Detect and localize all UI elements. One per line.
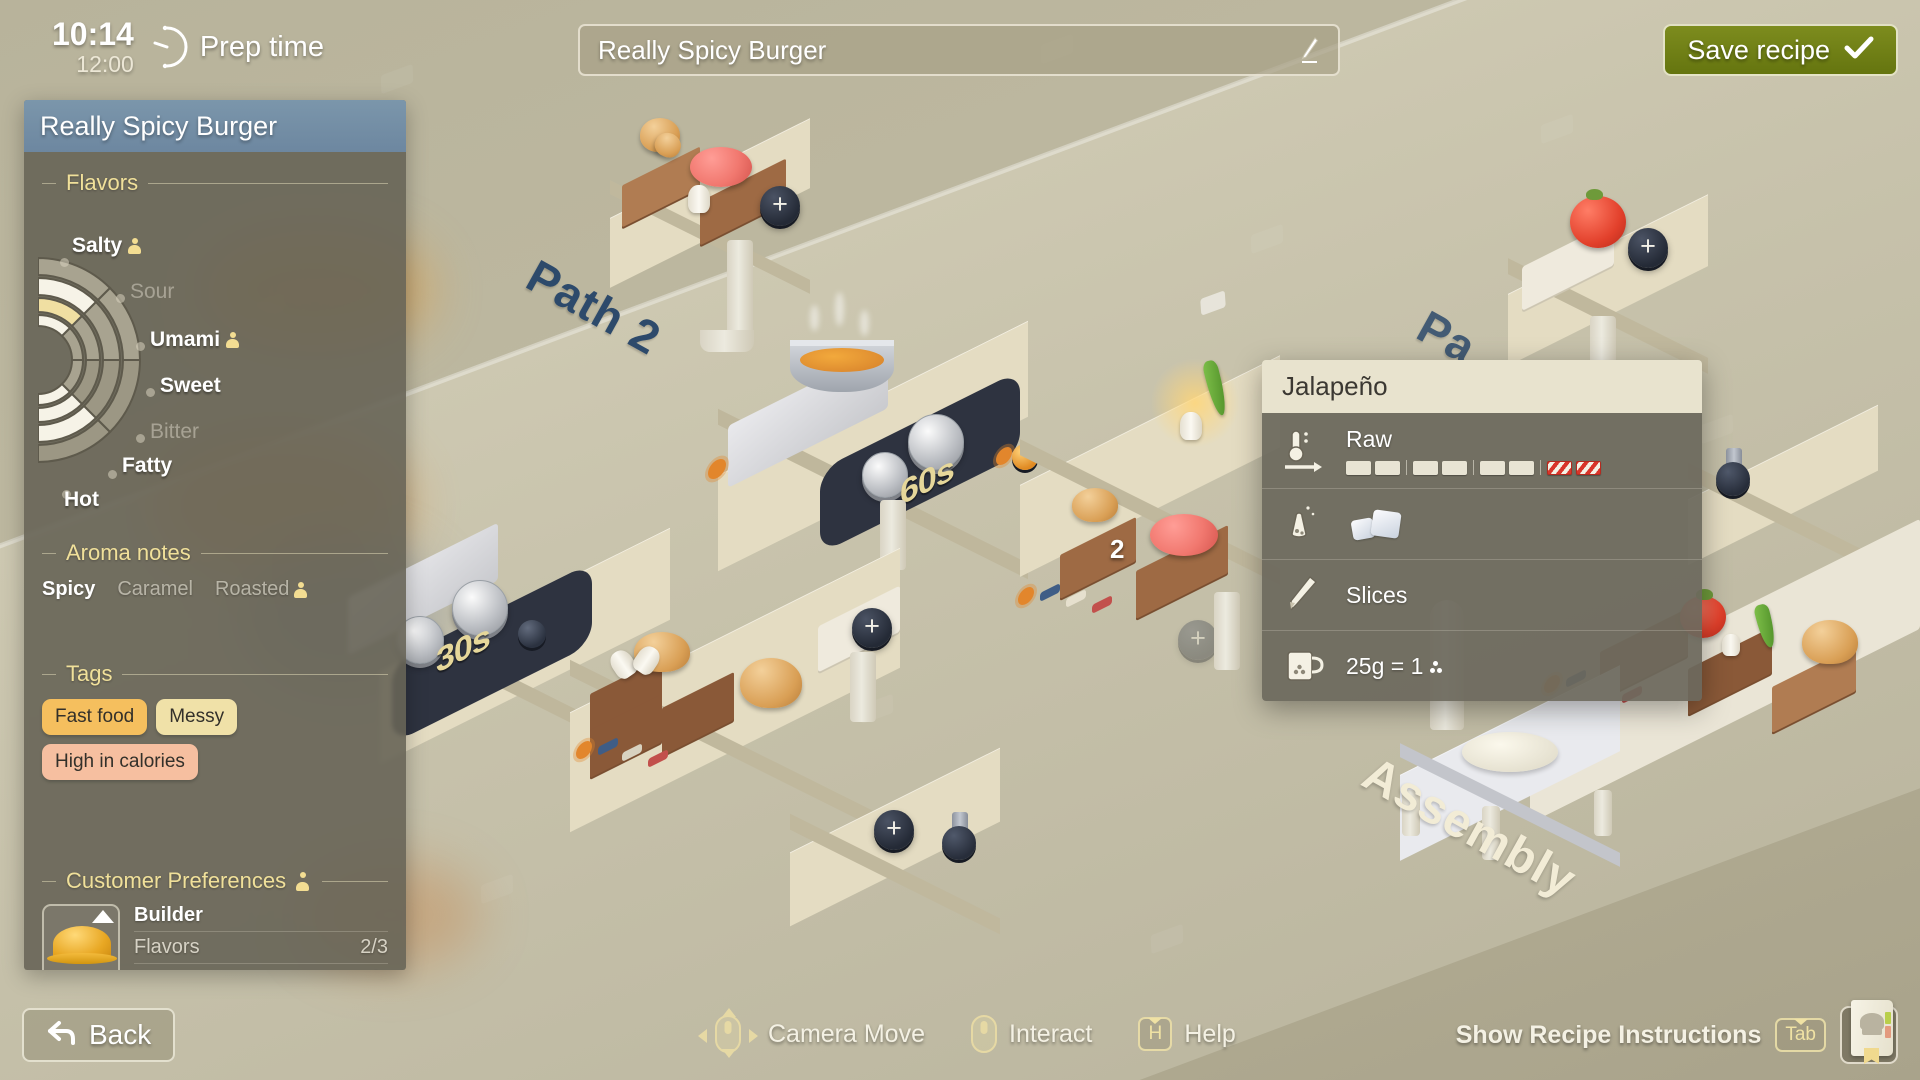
flavor-label-fatty: Fatty <box>122 454 173 477</box>
flavor-label-salty: Salty <box>72 234 142 258</box>
tooltip-row-temperature: Raw <box>1262 413 1702 488</box>
tags-list: Fast food Messy High in calories <box>24 687 406 780</box>
tooltip-row-seasoning <box>1262 488 1702 559</box>
add-ingredient-node[interactable]: + <box>852 608 892 648</box>
section-header-aroma: Aroma notes <box>24 540 406 566</box>
tooltip-row-cut: Slices <box>1262 559 1702 630</box>
tooltip-portion: 25g = 1 <box>1346 653 1448 680</box>
tag-high-in-calories: High in calories <box>42 744 198 780</box>
back-arrow-icon <box>46 1020 76 1051</box>
measuring-cup-icon <box>1282 644 1328 688</box>
recipe-book-icon[interactable] <box>1840 1000 1898 1064</box>
flavor-label-sweet: Sweet <box>160 374 221 397</box>
customer-stats: Builder Flavors 2/3 Aroma notes 1/2 <box>134 904 388 970</box>
add-ingredient-node[interactable]: + <box>1178 620 1218 660</box>
tooltip-body: Raw Slices 25g = 1 <box>1262 413 1702 701</box>
back-label: Back <box>89 1019 152 1050</box>
stat-value: 1/2 <box>360 968 388 970</box>
tag-messy: Messy <box>156 699 238 735</box>
hint-label: Camera Move <box>768 1019 925 1048</box>
customer-stat-row: Aroma notes 1/2 <box>134 963 388 970</box>
section-title: Tags <box>66 661 113 686</box>
rank-up-icon <box>92 910 114 923</box>
control-hints: Camera Move Interact H Help <box>698 1008 1236 1058</box>
flavor-wheel-icon <box>38 256 142 464</box>
hint-label: Interact <box>1009 1019 1093 1048</box>
stat-label: Aroma notes <box>134 968 247 970</box>
customer-name: Builder <box>134 904 203 926</box>
key-cap-h[interactable]: H <box>1138 1017 1173 1051</box>
add-ingredient-node[interactable]: + <box>1628 228 1668 268</box>
aroma-notes-list: Spicy Caramel Roasted <box>24 566 406 601</box>
tooltip-cut-style: Slices <box>1346 581 1408 608</box>
instructions-label: Show Recipe Instructions <box>1455 1020 1762 1049</box>
add-ingredient-node[interactable]: + <box>874 810 914 850</box>
key-cap-tab[interactable]: Tab <box>1775 1018 1826 1052</box>
salt-crystals-icon <box>1346 505 1436 543</box>
prep-time-label: Prep time <box>199 30 324 63</box>
section-header-customer: Customer Preferences <box>24 868 406 894</box>
aroma-note-caramel: Caramel <box>117 578 193 600</box>
tooltip-row-portion: 25g = 1 <box>1262 630 1702 701</box>
recipe-name-input[interactable]: Really Spicy Burger <box>578 24 1340 76</box>
stat-label: Flavors <box>134 936 200 958</box>
check-icon <box>1844 36 1874 65</box>
customer-preference-card[interactable]: Builder Flavors 2/3 Aroma notes 1/2 <box>24 894 406 970</box>
hint-help[interactable]: H Help <box>1138 1017 1236 1051</box>
panel-header: Really Spicy Burger <box>24 100 406 152</box>
show-recipe-instructions[interactable]: Show Recipe Instructions Tab <box>1455 1000 1898 1064</box>
flavor-label-sour: Sour <box>130 280 175 303</box>
customer-stat-row: Flavors 2/3 <box>134 931 388 963</box>
add-ingredient-node[interactable]: + <box>760 186 800 226</box>
preference-icon <box>294 581 308 598</box>
heat-level-bar <box>1346 460 1682 475</box>
tooltip-temperature-state: Raw <box>1346 426 1393 452</box>
section-title: Flavors <box>66 170 139 195</box>
preference-icon <box>128 238 142 254</box>
back-button[interactable]: Back <box>22 1008 176 1062</box>
flavor-label-hot: Hot <box>64 488 99 511</box>
tooltip-title: Jalapeño <box>1282 371 1388 401</box>
station-count-badge: 2 <box>1110 534 1125 564</box>
prep-time-indicator: 10:14 12:00 Prep time <box>52 18 324 76</box>
prep-time-current: 10:14 <box>52 16 134 52</box>
flavor-wheel-area: Salty Sour Umami Sweet Bitter Fatty Hot <box>24 196 406 511</box>
save-recipe-label: Save recipe <box>1687 34 1830 65</box>
section-header-flavors: Flavors <box>24 170 406 196</box>
hard-hat-icon <box>42 904 120 970</box>
section-title: Aroma notes <box>66 540 191 565</box>
preference-icon <box>226 332 240 348</box>
mouse-dpad-icon <box>698 1008 758 1058</box>
knife-icon <box>1282 573 1328 617</box>
pencil-icon[interactable] <box>1296 36 1320 64</box>
panel-title: Really Spicy Burger <box>40 110 278 141</box>
prep-time-values: 10:14 12:00 <box>52 18 134 76</box>
flavor-label-umami: Umami <box>150 328 240 352</box>
aroma-note-spicy: Spicy <box>42 578 96 600</box>
hint-camera-move: Camera Move <box>698 1008 925 1058</box>
preference-icon <box>296 871 312 891</box>
aroma-note-roasted: Roasted <box>215 578 308 601</box>
hint-label: Help <box>1184 1019 1236 1048</box>
section-header-tags: Tags <box>24 661 406 687</box>
hint-interact: Interact <box>971 1015 1092 1053</box>
portion-dots-icon <box>1429 660 1448 676</box>
mouse-icon <box>971 1015 997 1053</box>
recipe-info-panel: Really Spicy Burger Flavors Salty Sour U… <box>24 100 406 970</box>
section-title: Customer Preferences <box>66 868 287 893</box>
recipe-name-value[interactable]: Really Spicy Burger <box>598 35 1296 66</box>
save-recipe-button[interactable]: Save recipe <box>1663 24 1898 76</box>
stat-value: 2/3 <box>360 936 388 958</box>
flavor-label-bitter: Bitter <box>150 420 200 443</box>
tooltip-header: Jalapeño <box>1262 360 1702 413</box>
salt-shaker-icon <box>1282 502 1328 546</box>
ingredient-tooltip: Jalapeño Raw Slices 25g = 1 <box>1262 360 1702 701</box>
prep-time-total: 12:00 <box>76 51 134 77</box>
clock-icon <box>144 24 190 70</box>
tag-fast-food: Fast food <box>42 699 148 735</box>
thermometer-icon <box>1282 429 1328 473</box>
